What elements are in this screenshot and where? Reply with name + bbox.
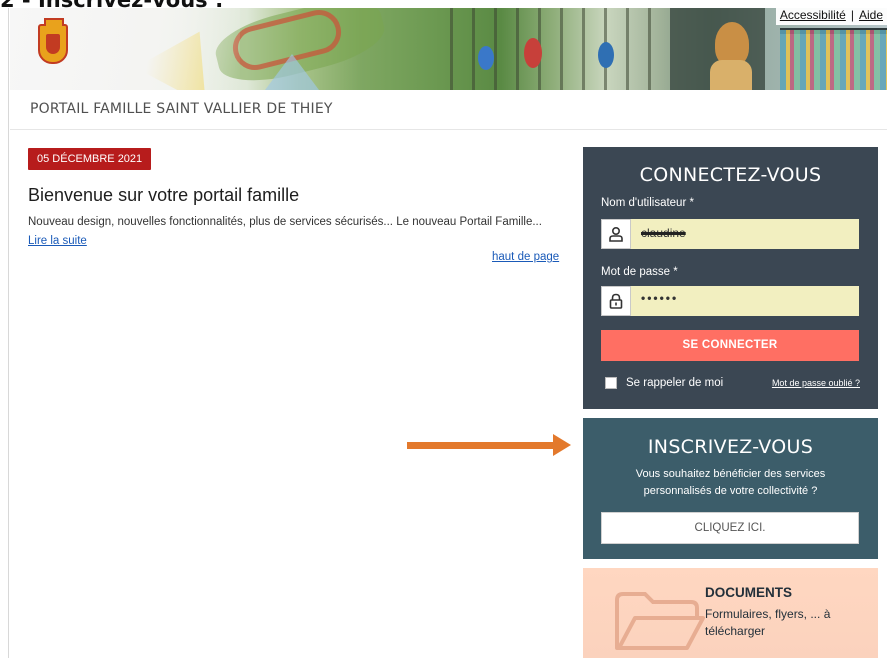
login-title: CONNECTEZ-VOUS bbox=[639, 164, 822, 186]
banner-girl bbox=[710, 60, 752, 90]
documents-subtitle: Formulaires, flyers, ... à télécharger bbox=[705, 607, 831, 638]
forgot-password-link[interactable]: Mot de passe oublié ? bbox=[772, 378, 860, 388]
register-description: Vous souhaitez bénéficier des services p… bbox=[583, 466, 878, 500]
banner-child bbox=[598, 42, 614, 68]
top-links: Accessibilité | Aide bbox=[775, 6, 887, 25]
username-value: claudine bbox=[641, 226, 686, 240]
town-crest-logo[interactable] bbox=[38, 18, 68, 64]
password-value: •••••• bbox=[641, 291, 679, 305]
register-title: INSCRIVEZ-VOUS bbox=[647, 436, 814, 458]
register-text-line: Vous souhaitez bénéficier des services bbox=[635, 468, 826, 480]
documents-title: DOCUMENTS bbox=[705, 585, 792, 600]
documents-panel[interactable]: DOCUMENTS Formulaires, flyers, ... à tél… bbox=[583, 568, 878, 658]
remember-label: Se rappeler de moi bbox=[626, 377, 724, 389]
user-icon bbox=[601, 219, 631, 249]
banner-child bbox=[478, 46, 494, 70]
frame-border bbox=[8, 8, 9, 658]
remember-me[interactable]: Se rappeler de moi bbox=[605, 377, 723, 389]
login-panel: CONNECTEZ-VOUS Nom d'utilisateur * claud… bbox=[583, 147, 878, 409]
username-field[interactable]: claudine bbox=[601, 219, 859, 249]
crest-shield bbox=[46, 34, 60, 54]
banner-illustration-shape bbox=[262, 54, 322, 90]
login-button[interactable]: SE CONNECTER bbox=[601, 330, 859, 361]
portal-title: PORTAIL FAMILLE SAINT VALLIER DE THIEY bbox=[30, 101, 333, 117]
register-panel: INSCRIVEZ-VOUS Vous souhaitez bénéficier… bbox=[583, 418, 878, 559]
back-to-top-link[interactable]: haut de page bbox=[492, 251, 559, 263]
register-button[interactable]: CLIQUEZ ICI. bbox=[601, 512, 859, 544]
news-excerpt: Nouveau design, nouvelles fonctionnalité… bbox=[28, 216, 542, 228]
arrow-annotation-head bbox=[553, 434, 571, 456]
banner-building bbox=[780, 30, 887, 90]
read-more-link[interactable]: Lire la suite bbox=[28, 235, 87, 247]
crest-crown bbox=[44, 18, 64, 26]
register-text-line: personnalisés de votre collectivité ? bbox=[643, 485, 818, 497]
lock-icon bbox=[601, 286, 631, 316]
divider bbox=[10, 129, 887, 130]
remember-checkbox[interactable] bbox=[605, 377, 617, 389]
password-label: Mot de passe * bbox=[601, 266, 678, 278]
banner-child bbox=[524, 38, 542, 68]
news-title: Bienvenue sur votre portail famille bbox=[28, 185, 300, 205]
link-separator: | bbox=[850, 8, 854, 22]
news-date-badge: 05 DÉCEMBRE 2021 bbox=[28, 148, 152, 170]
accessibility-link[interactable]: Accessibilité bbox=[780, 8, 846, 22]
folder-icon bbox=[615, 592, 705, 650]
header-banner bbox=[10, 8, 887, 90]
help-link[interactable]: Aide bbox=[859, 8, 883, 22]
arrow-annotation bbox=[407, 442, 557, 449]
password-field[interactable]: •••••• bbox=[601, 286, 859, 316]
username-label: Nom d'utilisateur * bbox=[601, 197, 694, 209]
